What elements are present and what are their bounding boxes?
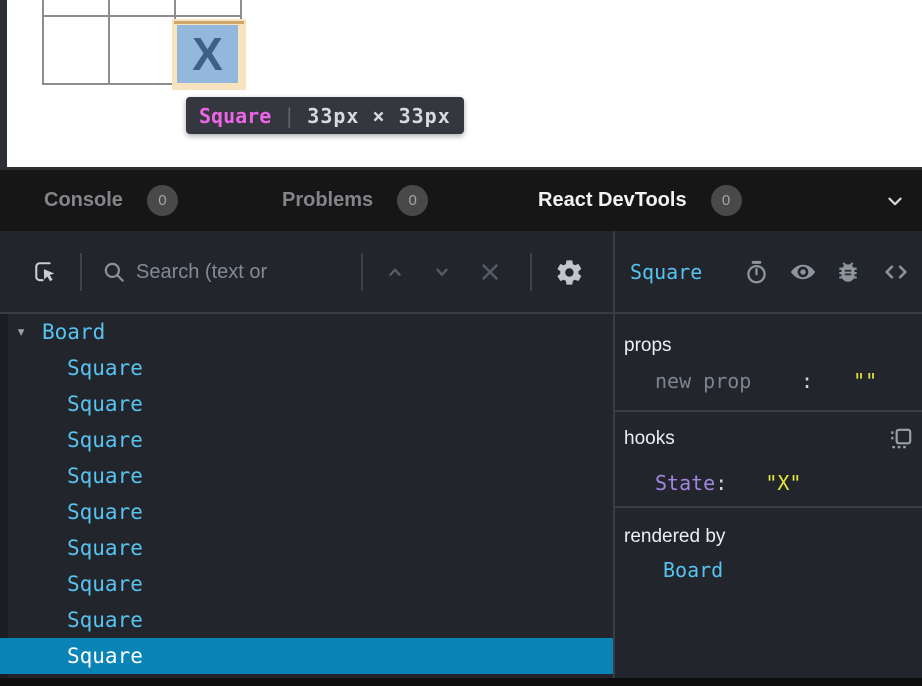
new-prop-row: : "": [615, 369, 922, 393]
tab-label: React DevTools: [538, 189, 687, 212]
chevron-up-icon: [384, 261, 406, 283]
grid-line: [42, 15, 242, 17]
tree-row-square-7[interactable]: Square: [0, 566, 613, 602]
expander-triangle-icon[interactable]: ▾: [16, 314, 26, 350]
new-prop-input[interactable]: [655, 369, 767, 393]
inspect-highlight-border: [174, 21, 244, 24]
toolbar-divider: [530, 253, 532, 291]
owner-link-board[interactable]: Board: [615, 558, 922, 582]
inspect-dom-button[interactable]: [789, 258, 817, 286]
search-input[interactable]: [136, 255, 351, 289]
grid-line: [42, 0, 44, 84]
tab-react-devtools[interactable]: React DevTools 0: [538, 170, 742, 231]
colon: :: [801, 369, 813, 393]
tree-row-square-2[interactable]: Square: [0, 386, 613, 422]
state-hook-value[interactable]: "X": [765, 471, 801, 495]
bug-icon: [835, 259, 861, 285]
props-section-title: props: [615, 314, 922, 357]
selected-component-title: Square: [630, 231, 702, 312]
chevron-down-icon: [884, 190, 906, 212]
tree-row-square-8[interactable]: Square: [0, 602, 613, 638]
tab-label: Console: [44, 189, 123, 212]
tree-row-square-3[interactable]: Square: [0, 422, 613, 458]
devtools-window: X Square | 33px × 33px Console 0 Problem…: [0, 0, 922, 686]
page-left-edge: [0, 0, 7, 167]
component-name: Square: [0, 566, 143, 602]
tooltip-component-name: Square: [199, 104, 271, 128]
chevron-down-icon: [431, 261, 453, 283]
component-name: Square: [0, 494, 143, 530]
rendered-by-title: rendered by: [615, 508, 922, 548]
component-tree: ▾BoardSquareSquareSquareSquareSquareSqua…: [0, 314, 613, 678]
board-square-x[interactable]: X: [177, 25, 238, 83]
component-name: Square: [0, 638, 143, 674]
panel-tabbar: Console 0 Problems 0 React DevTools 0: [0, 167, 922, 231]
component-name: Square: [0, 422, 143, 458]
dashed-square-icon: [888, 426, 914, 452]
search-clear-button[interactable]: [477, 259, 503, 285]
tab-problems[interactable]: Problems 0: [282, 170, 428, 231]
gear-icon: [555, 258, 584, 287]
tab-console[interactable]: Console 0: [44, 170, 178, 231]
component-name: Square: [0, 530, 143, 566]
select-element-icon: [31, 258, 59, 286]
inspect-tooltip: Square | 33px × 33px: [186, 97, 464, 134]
hooks-section: hooks State: "X": [615, 412, 922, 508]
state-hook-row: State: "X": [615, 471, 922, 495]
devtools-toolbar: Square: [0, 231, 922, 312]
parse-hook-names-button[interactable]: [888, 426, 914, 452]
tree-row-square-1[interactable]: Square: [0, 350, 613, 386]
collapse-panel-button[interactable]: [884, 170, 906, 231]
new-prop-value[interactable]: "": [853, 369, 877, 393]
inspect-element-button[interactable]: [30, 257, 60, 287]
search-prev-button[interactable]: [382, 259, 408, 285]
component-name: Square: [0, 458, 143, 494]
window-bottom-edge: [0, 678, 922, 686]
search-next-button[interactable]: [429, 259, 455, 285]
props-section: props : "": [615, 314, 922, 412]
toolbar-divider: [361, 253, 363, 291]
eye-icon: [789, 257, 817, 287]
colon: :: [715, 471, 727, 495]
tab-badge: 0: [397, 185, 428, 216]
hooks-section-title: hooks: [615, 412, 922, 450]
component-name: Square: [0, 386, 143, 422]
component-name: Square: [0, 350, 143, 386]
tab-label: Problems: [282, 189, 373, 212]
tree-row-square-5[interactable]: Square: [0, 494, 613, 530]
search-icon: [100, 257, 128, 287]
tree-row-square-6[interactable]: Square: [0, 530, 613, 566]
tree-row-board[interactable]: ▾Board: [0, 314, 613, 350]
toolbar-divider: [80, 253, 82, 291]
tooltip-separator: |: [283, 104, 295, 128]
tab-badge: 0: [147, 185, 178, 216]
tab-badge: 0: [711, 185, 742, 216]
settings-button[interactable]: [554, 257, 584, 287]
profiler-button[interactable]: [742, 258, 770, 286]
tree-row-square-4[interactable]: Square: [0, 458, 613, 494]
component-name: Square: [0, 602, 143, 638]
component-details-panel: props : "" hooks State: "X" render: [615, 314, 922, 678]
stopwatch-icon: [743, 259, 770, 286]
rendered-by-section: rendered by Board: [615, 508, 922, 676]
state-hook-label: State: [655, 471, 715, 495]
tooltip-dimensions: 33px × 33px: [307, 104, 450, 128]
close-icon: [478, 260, 502, 284]
tree-row-square-9[interactable]: Square: [0, 638, 613, 674]
debug-button[interactable]: [834, 258, 862, 286]
code-brackets-icon: [882, 257, 910, 287]
inspected-page-preview: X Square | 33px × 33px: [0, 0, 922, 167]
view-source-button[interactable]: [882, 258, 910, 286]
grid-line: [108, 0, 110, 84]
